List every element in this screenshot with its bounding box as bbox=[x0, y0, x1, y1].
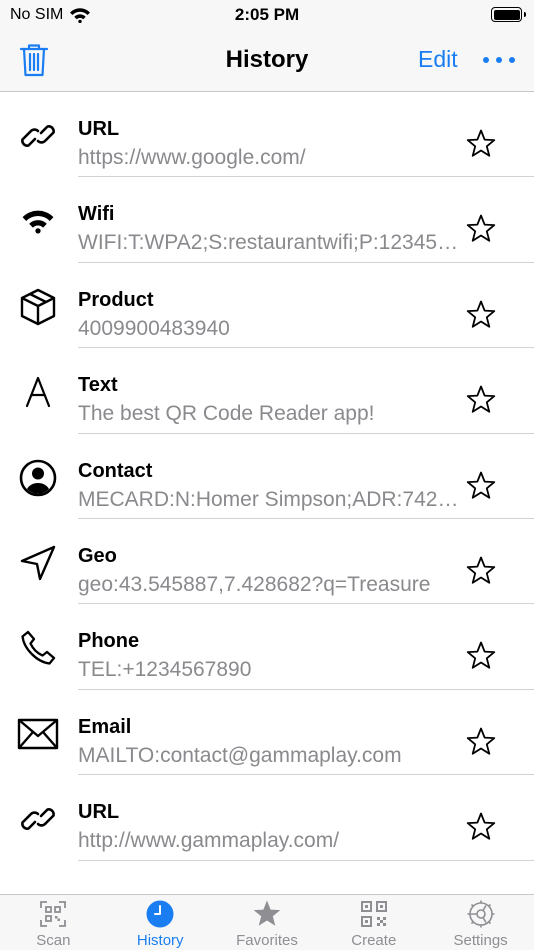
star-outline-icon[interactable] bbox=[465, 128, 497, 160]
tab-scan[interactable]: Scan bbox=[0, 895, 107, 950]
tab-label: Favorites bbox=[236, 932, 298, 949]
more-icon[interactable] bbox=[482, 50, 516, 70]
history-row[interactable]: Geo geo:43.545887,7.428682?q=Treasure bbox=[0, 519, 534, 605]
phone-icon bbox=[16, 626, 60, 670]
tab-settings[interactable]: Settings bbox=[427, 895, 534, 950]
row-title: URL bbox=[78, 118, 120, 140]
row-value: TEL:+1234567890 bbox=[78, 658, 252, 682]
history-row[interactable]: Email MAILTO:contact@gammaplay.com bbox=[0, 690, 534, 776]
tab-label: Create bbox=[351, 932, 397, 949]
row-title: Wifi bbox=[78, 203, 115, 226]
history-row[interactable]: Contact MECARD:N:Homer Simpson;ADR:742 E… bbox=[0, 434, 534, 519]
star-outline-icon[interactable] bbox=[465, 470, 497, 502]
wifi-icon bbox=[16, 199, 60, 243]
status-time: 2:05 PM bbox=[234, 5, 300, 24]
star-outline-icon[interactable] bbox=[465, 811, 497, 843]
box-icon bbox=[16, 285, 60, 329]
tab-history[interactable]: History bbox=[107, 895, 214, 950]
row-value: https://www.google.com/ bbox=[78, 146, 306, 169]
star-outline-icon[interactable] bbox=[465, 384, 497, 416]
star-outline-icon[interactable] bbox=[465, 640, 497, 672]
text-icon bbox=[16, 370, 60, 414]
tab-label: History bbox=[136, 932, 184, 949]
envelope-icon bbox=[16, 712, 60, 756]
history-row[interactable]: Text The best QR Code Reader app! bbox=[0, 348, 534, 434]
row-title: Product bbox=[78, 288, 154, 311]
link-icon bbox=[16, 114, 60, 158]
tab-create[interactable]: Create bbox=[320, 895, 427, 950]
row-title: Geo bbox=[78, 544, 117, 567]
row-title: Text bbox=[78, 374, 118, 397]
status-bar: No SIM 2:05 PM bbox=[0, 0, 534, 30]
tab-favorites[interactable]: Favorites bbox=[214, 895, 321, 950]
nav-bar: History Edit bbox=[0, 30, 534, 92]
link-icon bbox=[16, 797, 60, 841]
row-value: http://www.gammaplay.com/ bbox=[78, 829, 340, 853]
history-list: URL https://www.google.com/ Wifi WIFI:T:… bbox=[0, 92, 534, 861]
history-row[interactable]: URL http://www.gammaplay.com/ bbox=[0, 775, 534, 861]
star-outline-icon[interactable] bbox=[465, 299, 497, 331]
row-title: Contact bbox=[78, 459, 153, 482]
row-value: 4009900483940 bbox=[78, 316, 230, 340]
edit-button[interactable]: Edit bbox=[418, 46, 458, 73]
qr-code-icon bbox=[360, 901, 387, 927]
tab-label: Scan bbox=[36, 932, 71, 949]
star-outline-icon[interactable] bbox=[465, 726, 497, 758]
history-row[interactable]: Phone TEL:+1234567890 bbox=[0, 604, 534, 690]
tab-label: Settings bbox=[453, 932, 508, 949]
row-title: URL bbox=[78, 801, 120, 824]
location-arrow-icon bbox=[16, 541, 60, 585]
row-value: MECARD:N:Homer Simpson;ADR:742 Evergreen… bbox=[78, 487, 464, 511]
star-outline-icon[interactable] bbox=[465, 555, 497, 587]
row-value: WIFI:T:WPA2;S:restaurantwifi;P:123456789… bbox=[78, 231, 464, 255]
tab-bar: Scan History Favorites Create Settings bbox=[0, 894, 534, 950]
history-row[interactable]: URL https://www.google.com/ bbox=[0, 92, 534, 178]
row-value: The best QR Code Reader app! bbox=[78, 402, 375, 426]
row-value: MAILTO:contact@gammaplay.com bbox=[78, 743, 402, 767]
row-title: Phone bbox=[78, 630, 140, 653]
qr-scan-icon bbox=[40, 901, 67, 927]
row-title: Email bbox=[78, 715, 132, 738]
gear-icon bbox=[467, 900, 495, 928]
history-row[interactable]: Product 4009900483940 bbox=[0, 263, 534, 349]
clock-icon bbox=[146, 900, 174, 928]
star-outline-icon[interactable] bbox=[465, 213, 497, 245]
battery-icon bbox=[491, 7, 526, 22]
star-filled-icon bbox=[253, 900, 281, 926]
row-value: geo:43.545887,7.428682?q=Treasure bbox=[78, 572, 431, 596]
contact-icon bbox=[16, 456, 60, 500]
history-row[interactable]: Wifi WIFI:T:WPA2;S:restaurantwifi;P:1234… bbox=[0, 177, 534, 263]
